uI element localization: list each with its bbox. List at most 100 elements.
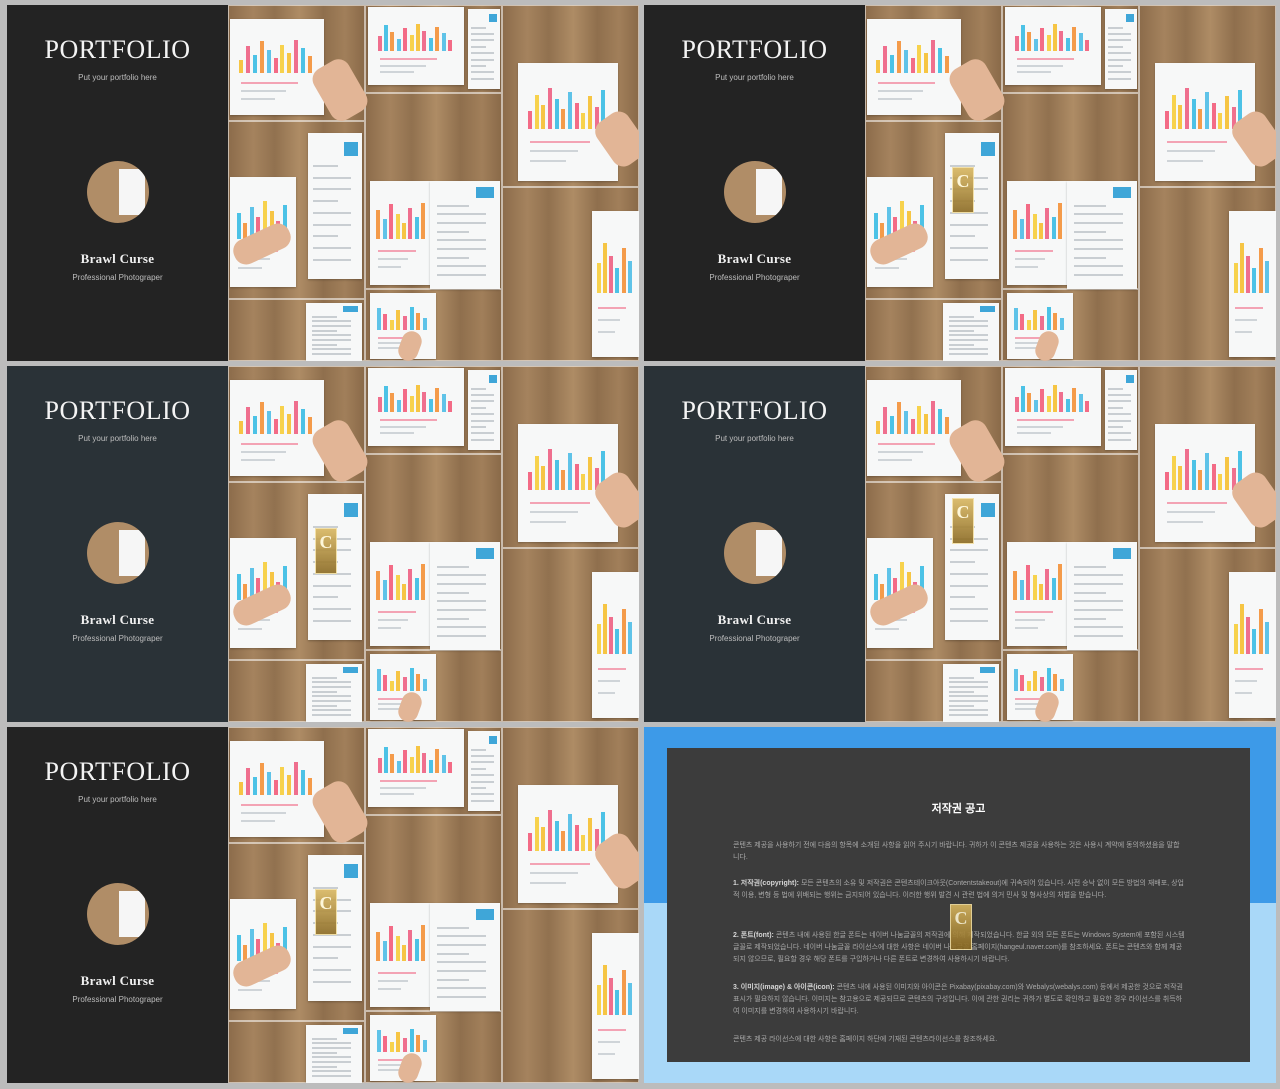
text-line: [530, 520, 566, 523]
text-line: [1108, 426, 1123, 428]
chart-paper: [592, 211, 639, 357]
chart-bar: [1191, 98, 1196, 130]
document-paper: [468, 9, 500, 89]
chart-bar: [402, 316, 407, 330]
slide-5[interactable]: PORTFOLIO Put your portfolio here Brawl …: [7, 727, 639, 1083]
chart-bar: [383, 747, 388, 773]
slide-2[interactable]: PORTFOLIO Put your portfolio here Brawl …: [644, 5, 1276, 361]
chart-bar: [528, 111, 532, 130]
text-line: [874, 628, 899, 631]
chart-bar: [924, 53, 929, 73]
text-line: [1016, 431, 1052, 434]
bar-chart-graphic: [1233, 598, 1272, 654]
chart-bar: [382, 941, 387, 962]
chart-bar: [422, 752, 427, 773]
watermark-logo: C: [952, 498, 974, 544]
text-line: [471, 394, 494, 396]
copyright-intro: 콘텐츠 제공을 사용하기 전에 다음의 항목에 소개된 사항을 읽어 주시기 바…: [733, 842, 1180, 861]
text-line: [1108, 26, 1123, 29]
document-paper: [468, 370, 500, 450]
chart-bar: [528, 833, 532, 852]
chart-bar: [396, 39, 401, 51]
text-line: [1074, 600, 1123, 603]
chart-bar: [1020, 386, 1025, 412]
text-line: [379, 425, 426, 428]
chart-bar: [239, 781, 244, 795]
chart-paper: [368, 368, 464, 446]
bar-chart-graphic: [377, 382, 455, 412]
chart-bar: [1046, 395, 1051, 412]
chart-bar: [1233, 263, 1238, 293]
text-line: [313, 596, 338, 599]
bar-chart-graphic: [376, 305, 430, 330]
text-line: [471, 799, 494, 802]
document-paper: [468, 731, 500, 811]
chart-bar: [1178, 104, 1183, 130]
chart-bar: [383, 386, 388, 412]
chart-bar: [416, 312, 421, 330]
chart-paper: [1007, 542, 1071, 646]
chart-bar: [376, 1030, 381, 1052]
chart-bar: [307, 56, 312, 73]
title-panel: PORTFOLIO Put your portfolio here Brawl …: [7, 727, 228, 1083]
text-line: [948, 334, 988, 337]
chart-bar: [253, 54, 258, 73]
slide-copyright[interactable]: 저작권 공고 콘텐츠 제공을 사용하기 전에 다음의 항목에 소개된 사항을 읽…: [644, 727, 1276, 1083]
text-line: [311, 1074, 351, 1077]
copyright-box: 저작권 공고 콘텐츠 제공을 사용하기 전에 다음의 항목에 소개된 사항을 읽…: [667, 748, 1250, 1062]
bar-chart-graphic: [376, 561, 427, 601]
document-paper: [430, 903, 500, 1011]
chart-bar: [389, 319, 394, 330]
document-paper: [430, 181, 500, 289]
chart-bar: [1239, 242, 1244, 293]
text-line: [471, 58, 494, 61]
text-line: [471, 748, 486, 751]
slide-3[interactable]: PORTFOLIO Put your portfolio here Brawl …: [7, 366, 639, 722]
text-line: [237, 989, 262, 992]
chart-bar: [428, 398, 433, 412]
chart-bar: [1265, 260, 1270, 293]
text-line: [313, 165, 338, 168]
chart-bar: [890, 415, 895, 434]
text-line: [311, 1047, 351, 1050]
text-line: [1108, 387, 1123, 390]
portfolio-subtitle: Put your portfolio here: [78, 795, 157, 804]
text-line: [950, 258, 989, 261]
chart-bar: [910, 58, 915, 73]
chart-bar: [628, 260, 633, 293]
bar-chart-graphic: [1013, 561, 1064, 601]
chart-bar: [389, 1041, 394, 1052]
text-line: [437, 247, 486, 250]
slide-1[interactable]: PORTFOLIO Put your portfolio here Brawl …: [7, 5, 639, 361]
chart-bar: [409, 1028, 414, 1052]
chart-paper: [370, 181, 434, 285]
text-line: [311, 690, 337, 693]
chart-bar: [377, 397, 382, 412]
watermark-logo: C: [952, 167, 974, 213]
chart-bar: [1053, 673, 1058, 691]
bar-chart-graphic: [1014, 382, 1092, 412]
text-line: [1074, 626, 1123, 629]
chart-bar: [1265, 621, 1270, 654]
person-role: Professional Photograper: [709, 273, 800, 282]
document-header-block: [476, 187, 495, 199]
avatar: [724, 161, 786, 223]
text-line: [1108, 45, 1123, 48]
watermark-logo: C: [315, 889, 337, 935]
chart-bar: [401, 944, 406, 962]
text-line: [379, 431, 415, 434]
document-header-block: [489, 735, 498, 744]
chart-bar: [1040, 389, 1045, 412]
chart-bar: [414, 578, 419, 601]
text-line: [311, 1065, 337, 1068]
text-line: [1108, 65, 1123, 67]
text-line: [471, 77, 494, 80]
chart-bar: [253, 415, 258, 434]
slide-4[interactable]: PORTFOLIO Put your portfolio here Brawl …: [644, 366, 1276, 722]
document-header-block: [980, 141, 995, 157]
text-line: [950, 223, 989, 226]
chart-bar: [581, 473, 586, 491]
chart-bar: [931, 400, 936, 434]
photo-collage: [228, 5, 639, 361]
bar-chart-graphic: [376, 666, 430, 691]
